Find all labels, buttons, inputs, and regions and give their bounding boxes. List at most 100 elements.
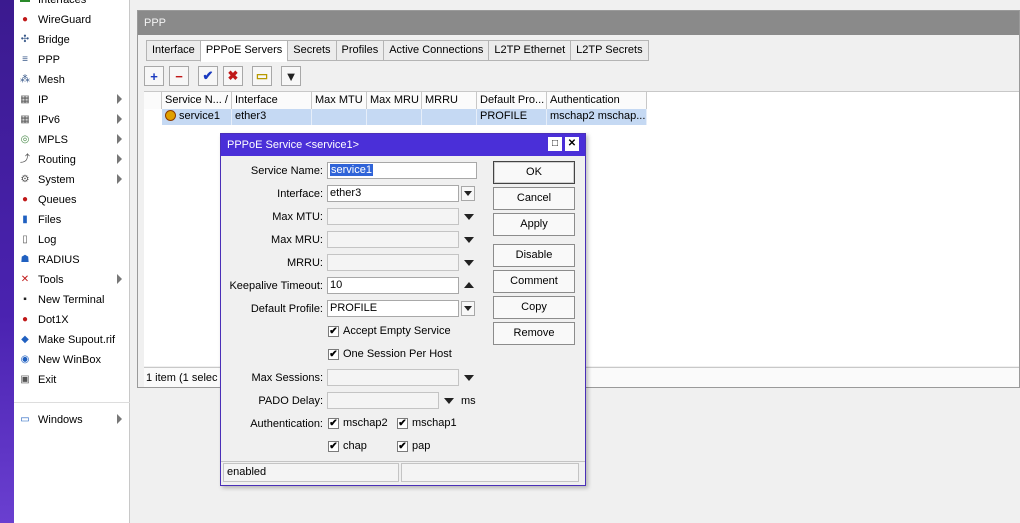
sidebar-item-label: Files bbox=[38, 214, 62, 226]
keepalive-collapse-icon[interactable] bbox=[464, 282, 474, 288]
default-profile-select[interactable]: PROFILE bbox=[327, 300, 459, 317]
tab-l2tp-ethernet[interactable]: L2TP Ethernet bbox=[488, 40, 571, 61]
sidebar-item-label: New WinBox bbox=[38, 354, 101, 366]
apply-button[interactable]: Apply bbox=[493, 213, 575, 236]
sidebar-item-queues[interactable]: ● Queues bbox=[14, 190, 130, 210]
service-name-field[interactable]: service1 bbox=[327, 162, 477, 179]
sidebar-item-routing[interactable]: ⤴ Routing bbox=[14, 150, 130, 170]
tab-active-connections[interactable]: Active Connections bbox=[383, 40, 489, 61]
comment-button[interactable]: Comment bbox=[493, 270, 575, 293]
one-session-checkbox[interactable]: ✔ bbox=[328, 349, 339, 360]
sidebar-item-mpls[interactable]: ◎ MPLS bbox=[14, 130, 130, 150]
sidebar-item-dot1x[interactable]: ● Dot1X bbox=[14, 310, 130, 330]
max-mtu-field[interactable] bbox=[327, 208, 459, 225]
dialog-titlebar[interactable]: PPPoE Service <service1> bbox=[221, 134, 585, 156]
keepalive-field[interactable]: 10 bbox=[327, 277, 459, 294]
add-button[interactable]: + bbox=[144, 66, 164, 86]
close-icon[interactable]: ✕ bbox=[565, 137, 579, 151]
max-mru-expand-icon[interactable] bbox=[464, 237, 474, 243]
pado-delay-unit: ms bbox=[461, 395, 476, 407]
sidebar-item-bridge[interactable]: ✣ Bridge bbox=[14, 30, 130, 50]
sidebar-item-files[interactable]: ▮ Files bbox=[14, 210, 130, 230]
max-sessions-field[interactable] bbox=[327, 369, 459, 386]
sidebar-item-new-terminal[interactable]: ▪ New Terminal bbox=[14, 290, 130, 310]
tab-interface[interactable]: Interface bbox=[146, 40, 200, 61]
mschap2-checkbox[interactable]: ✔ bbox=[328, 418, 339, 429]
column-header[interactable]: Interface bbox=[232, 92, 312, 109]
tab-l2tp-secrets[interactable]: L2TP Secrets bbox=[570, 40, 649, 61]
disable-button[interactable]: Disable bbox=[493, 244, 575, 267]
system-icon: ⚙ bbox=[20, 174, 30, 185]
service-name-value: service1 bbox=[330, 164, 373, 176]
x-icon: ✖ bbox=[227, 68, 239, 83]
ok-button[interactable]: OK bbox=[493, 161, 575, 184]
mrru-field[interactable] bbox=[327, 254, 459, 271]
sidebar-item-ipv6[interactable]: ▦ IPv6 bbox=[14, 110, 130, 130]
sidebar-item-ppp[interactable]: ≡ PPP bbox=[14, 50, 130, 70]
table-header: Service N... / Interface Max MTU Max MRU MRR… bbox=[144, 92, 647, 109]
interface-label: Interface: bbox=[277, 188, 323, 200]
column-header[interactable]: Max MTU bbox=[312, 92, 367, 109]
cell-value: mschap2 mschap... bbox=[550, 110, 646, 122]
sidebar-item-wireguard[interactable]: ● WireGuard bbox=[14, 10, 130, 30]
log-icon: ▯ bbox=[22, 234, 28, 245]
pado-delay-field[interactable] bbox=[327, 392, 439, 409]
sidebar-item-tools[interactable]: ✕ Tools bbox=[14, 270, 130, 290]
sidebar-item-exit[interactable]: ▣ Exit bbox=[14, 370, 130, 390]
authentication-label: Authentication: bbox=[250, 418, 323, 430]
disable-button[interactable]: ✖ bbox=[223, 66, 243, 86]
sidebar-item-system[interactable]: ⚙ System bbox=[14, 170, 130, 190]
tab-profiles[interactable]: Profiles bbox=[335, 40, 384, 61]
interface-dropdown-button[interactable] bbox=[461, 186, 475, 201]
sidebar-item-label: Log bbox=[38, 234, 57, 246]
column-header[interactable]: MRRU bbox=[422, 92, 477, 109]
max-mru-field[interactable] bbox=[327, 231, 459, 248]
pado-delay-expand-icon[interactable] bbox=[444, 398, 454, 404]
column-header[interactable]: Default Pro... bbox=[477, 92, 547, 109]
accept-empty-checkbox[interactable]: ✔ bbox=[328, 326, 339, 337]
column-header[interactable]: Max MRU bbox=[367, 92, 422, 109]
column-header[interactable]: Authentication bbox=[547, 92, 647, 109]
remove-button[interactable]: − bbox=[169, 66, 189, 86]
remove-button[interactable]: Remove bbox=[493, 322, 575, 345]
ip-icon: ▦ bbox=[20, 94, 30, 105]
mrru-expand-icon[interactable] bbox=[464, 260, 474, 266]
interface-select[interactable]: ether3 bbox=[327, 185, 459, 202]
enable-button[interactable]: ✔ bbox=[198, 66, 218, 86]
filter-button[interactable]: ▼ bbox=[281, 66, 301, 86]
column-header[interactable]: Service N... / bbox=[162, 92, 232, 109]
desktop-background bbox=[0, 0, 14, 523]
ppp-window-titlebar[interactable]: PPP bbox=[138, 11, 1019, 35]
table-cell: mschap2 mschap... bbox=[547, 109, 647, 125]
chevron-right-icon bbox=[117, 274, 122, 284]
sidebar-item-mesh[interactable]: ⁂ Mesh bbox=[14, 70, 130, 90]
sidebar-item-new-winbox[interactable]: ◉ New WinBox bbox=[14, 350, 130, 370]
cell-value: service1 bbox=[179, 110, 220, 122]
sidebar-item-interfaces[interactable]: ▬ Interfaces bbox=[14, 0, 130, 10]
chap-checkbox[interactable]: ✔ bbox=[328, 441, 339, 452]
sidebar-item-ip[interactable]: ▦ IP bbox=[14, 90, 130, 110]
sidebar-item-make-supout-rif[interactable]: ◆ Make Supout.rif bbox=[14, 330, 130, 350]
mesh-icon: ⁂ bbox=[20, 74, 30, 85]
tab-secrets[interactable]: Secrets bbox=[287, 40, 336, 61]
table-row[interactable]: service1 ether3 PROFILE mschap2 mschap... bbox=[162, 109, 647, 125]
sidebar-item-label: New Terminal bbox=[38, 294, 105, 306]
sidebar-item-windows[interactable]: ▭ Windows bbox=[14, 410, 130, 430]
maximize-icon[interactable]: □ bbox=[548, 137, 562, 151]
cancel-button[interactable]: Cancel bbox=[493, 187, 575, 210]
sidebar-item-radius[interactable]: ☗ RADIUS bbox=[14, 250, 130, 270]
pap-checkbox[interactable]: ✔ bbox=[397, 441, 408, 452]
max-sessions-expand-icon[interactable] bbox=[464, 375, 474, 381]
max-mtu-expand-icon[interactable] bbox=[464, 214, 474, 220]
mschap1-label: mschap1 bbox=[412, 417, 457, 429]
sidebar-item-log[interactable]: ▯ Log bbox=[14, 230, 130, 250]
default-profile-dropdown-button[interactable] bbox=[461, 301, 475, 316]
copy-button[interactable]: Copy bbox=[493, 296, 575, 319]
one-session-label: One Session Per Host bbox=[343, 348, 452, 360]
tab-pppoe-servers[interactable]: PPPoE Servers bbox=[199, 40, 288, 62]
queues-icon: ● bbox=[21, 194, 29, 205]
mschap1-checkbox[interactable]: ✔ bbox=[397, 418, 408, 429]
dialog-status: enabled bbox=[223, 463, 399, 482]
comment-button[interactable]: ▭ bbox=[252, 66, 272, 86]
chevron-right-icon bbox=[117, 414, 122, 424]
